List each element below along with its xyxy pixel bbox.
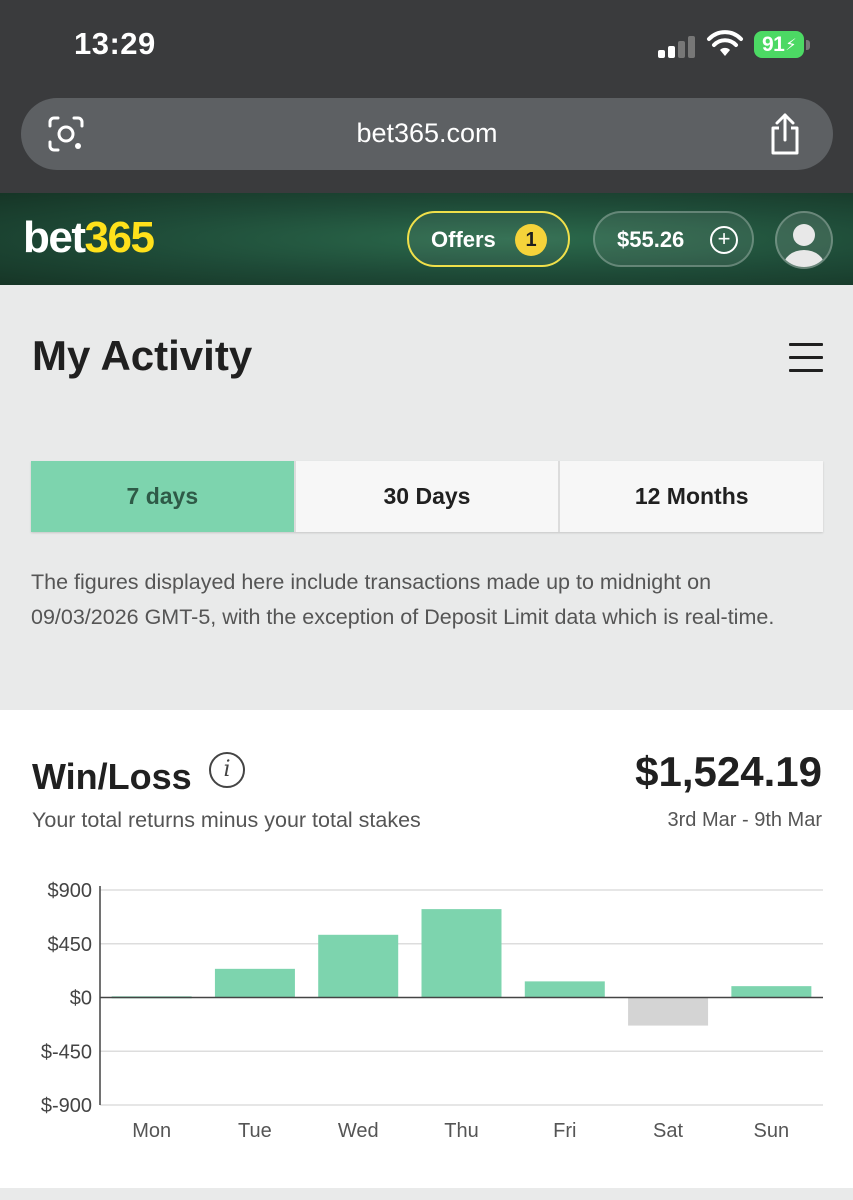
bar-wed <box>318 934 399 998</box>
bar-sat <box>628 997 709 1026</box>
win-loss-card: Win/Loss i $1,524.19 Your total returns … <box>0 710 853 1188</box>
share-icon[interactable] <box>767 112 803 156</box>
x-tick-label: Tue <box>238 1120 272 1142</box>
win-loss-total: $1,524.19 <box>635 748 822 795</box>
disclaimer-text: The figures displayed here include trans… <box>31 570 775 629</box>
x-tick-label: Wed <box>338 1120 379 1142</box>
battery-icon: 91 ⚡ <box>754 31 804 58</box>
cellular-signal-icon <box>658 34 698 58</box>
page-title: My Activity <box>32 332 253 379</box>
plus-icon: + <box>710 226 738 254</box>
balance-amount: $55.26 <box>617 227 685 252</box>
wifi-icon <box>707 30 743 56</box>
offers-button[interactable]: Offers 1 <box>407 211 570 267</box>
date-range: 3rd Mar - 9th Mar <box>667 809 822 831</box>
balance-button[interactable]: $55.26 + <box>593 211 754 267</box>
bar-sun <box>731 986 812 998</box>
x-tick-label: Mon <box>132 1120 171 1142</box>
tab-12-months[interactable]: 12 Months <box>558 461 824 532</box>
battery-level: 91 <box>761 32 785 56</box>
y-tick-label: $450 <box>48 934 93 956</box>
offers-count-badge: 1 <box>515 224 547 256</box>
x-tick-label: Thu <box>444 1120 478 1142</box>
y-tick-label: $-450 <box>41 1041 92 1063</box>
bar-fri <box>524 981 605 998</box>
user-icon <box>783 224 825 267</box>
x-tick-label: Fri <box>553 1120 576 1142</box>
y-tick-label: $-900 <box>41 1095 92 1117</box>
x-tick-label: Sat <box>653 1120 683 1142</box>
offers-label: Offers <box>431 227 496 252</box>
win-loss-subtitle: Your total returns minus your total stak… <box>32 808 421 832</box>
x-tick-label: Sun <box>754 1120 790 1142</box>
tab-7-days[interactable]: 7 days <box>31 461 294 532</box>
info-icon[interactable]: i <box>209 752 245 788</box>
bet365-logo[interactable]: bet365 <box>23 213 155 263</box>
hamburger-menu-icon[interactable] <box>789 343 823 373</box>
url-text: bet365.com <box>356 118 498 148</box>
period-tabs: 7 days 30 Days 12 Months <box>31 461 824 532</box>
battery-tip <box>806 40 810 50</box>
y-tick-label: $0 <box>70 988 92 1010</box>
tab-30-days[interactable]: 30 Days <box>293 461 559 532</box>
status-time: 13:29 <box>74 26 156 61</box>
bar-tue <box>214 968 295 998</box>
bottom-strip <box>0 1188 853 1200</box>
bar-thu <box>421 909 502 998</box>
site-header: bet365 Offers 1 $55.26 + <box>0 193 853 285</box>
win-loss-title: Win/Loss <box>32 756 192 797</box>
y-tick-label: $900 <box>48 880 93 902</box>
browser-chrome: 13:29 91 ⚡ bet365.com <box>0 0 853 193</box>
win-loss-chart: $900 $450 $0 $-450 $-900 Mon Tue Wed Thu Fri Sat Su… <box>41 880 823 1142</box>
address-bar[interactable]: bet365.com <box>21 98 833 170</box>
account-avatar[interactable] <box>775 211 833 269</box>
